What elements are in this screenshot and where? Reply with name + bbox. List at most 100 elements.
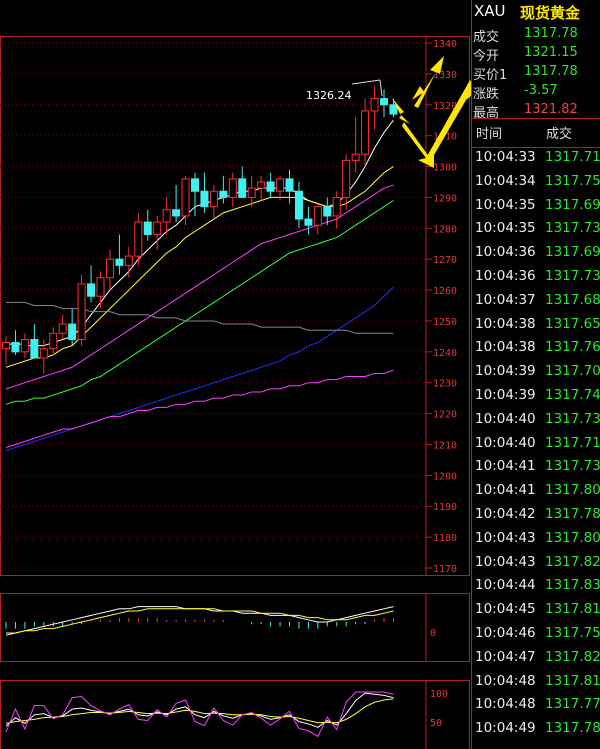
tick-time: 10:04:46 [475, 625, 536, 641]
macd-panel-frame [0, 593, 470, 662]
price-tick-label: 1200 [433, 471, 457, 482]
tick-row[interactable]: 10:04:33 1317.71 [472, 146, 600, 169]
tick-row[interactable]: 10:04:35 1317.69 [472, 194, 600, 217]
kdj-line [5, 691, 394, 738]
tick-time: 10:04:44 [475, 577, 536, 594]
tick-row[interactable]: 10:04:36 1317.73 [472, 265, 600, 288]
tick-price: 1317.82 [545, 648, 600, 665]
tick-price: 1317.71 [545, 149, 600, 165]
candle [20, 338, 29, 353]
candle [181, 178, 190, 217]
tick-time: 10:04:38 [475, 315, 536, 332]
tick-row[interactable]: 10:04:38 1317.76 [472, 336, 600, 359]
kline-chart[interactable]: 1340133013201310130012901280127012601250… [0, 0, 471, 749]
tick-price: 1317.73 [545, 220, 600, 237]
tick-price: 1317.83 [545, 577, 600, 594]
price-tick-label: 1230 [433, 379, 457, 390]
tick-time: 10:04:47 [475, 648, 536, 665]
candle [134, 221, 143, 257]
candle [191, 178, 199, 192]
price-tick-label: 1340 [433, 39, 457, 50]
ma-line [5, 369, 394, 449]
candle [370, 98, 379, 112]
price-tick-label: 1250 [433, 317, 457, 328]
macd-zero-label: 0 [430, 628, 436, 639]
tick-time: 10:04:40 [475, 434, 536, 451]
tick-row[interactable]: 10:04:39 1317.74 [472, 384, 600, 407]
price-column-header: 成交 [546, 127, 573, 142]
tick-row[interactable]: 10:04:43 1317.80 [472, 527, 600, 550]
tick-time: 10:04:41 [475, 458, 536, 475]
quote-field: 今开 1321.15 [472, 44, 600, 64]
candle [238, 178, 247, 198]
tick-row[interactable]: 10:04:41 1317.73 [472, 455, 600, 478]
tick-time: 10:04:49 [475, 720, 536, 737]
candle [276, 178, 285, 192]
price-tick-label: 1190 [433, 502, 457, 513]
tick-row[interactable]: 10:04:48 1317.81 [472, 670, 600, 693]
tick-row[interactable]: 10:04:43 1317.82 [472, 551, 600, 574]
tick-price: 1317.77 [545, 696, 600, 713]
tick-time: 10:04:48 [475, 672, 536, 689]
tick-row[interactable]: 10:04:42 1317.78 [472, 503, 600, 526]
price-tick-label: 1300 [433, 163, 457, 174]
quote-header: XAU 现货黄金 [472, 0, 600, 25]
tick-price: 1317.78 [545, 506, 600, 522]
candle [143, 221, 152, 235]
symbol-code: XAU [474, 2, 506, 20]
tick-row[interactable]: 10:04:37 1317.68 [472, 289, 600, 312]
tick-price: 1317.69 [545, 244, 600, 261]
tick-price: 1317.71 [545, 434, 600, 451]
tick-price: 1317.81 [545, 672, 600, 689]
tick-row[interactable]: 10:04:36 1317.69 [472, 241, 600, 264]
tick-row[interactable]: 10:04:38 1317.65 [472, 313, 600, 336]
ma-line [5, 200, 394, 405]
candle [49, 332, 58, 350]
tick-row[interactable]: 10:04:47 1317.82 [472, 646, 600, 669]
tick-row[interactable]: 10:04:49 1317.78 [472, 717, 600, 740]
yellow-arrow-annotations [392, 56, 471, 168]
price-tick-label: 1220 [433, 410, 457, 421]
tick-row[interactable]: 10:04:41 1317.80 [472, 479, 600, 502]
tick-row[interactable]: 10:04:45 1317.81 [472, 598, 600, 621]
tick-time: 10:04:35 [475, 196, 536, 213]
candle [124, 255, 133, 266]
tick-price: 1317.73 [545, 458, 600, 475]
tick-table-header: 时间 成交 [472, 118, 600, 148]
tick-row[interactable]: 10:04:39 1317.70 [472, 360, 600, 383]
moving-average-lines [5, 119, 394, 452]
tick-time: 10:04:42 [475, 506, 536, 522]
quote-field-label: 成交 [473, 30, 500, 45]
tick-price: 1317.80 [545, 482, 600, 499]
kdj-line [5, 698, 394, 724]
candle [68, 323, 77, 340]
tick-row[interactable]: 10:04:34 1317.75 [472, 170, 600, 193]
tick-time: 10:04:37 [475, 291, 536, 308]
tick-price: 1317.73 [545, 410, 600, 427]
price-tick-label: 1170 [433, 564, 457, 575]
price-tick-label: 1260 [433, 286, 457, 297]
quote-field-value: 1321.15 [524, 45, 578, 60]
tick-row[interactable]: 10:04:35 1317.73 [472, 217, 600, 240]
tick-row[interactable]: 10:04:44 1317.83 [472, 574, 600, 597]
instrument-name: 现货黄金 [520, 4, 581, 22]
candle [361, 110, 370, 155]
tick-row[interactable]: 10:04:40 1317.71 [472, 432, 600, 455]
tick-price: 1317.69 [545, 196, 600, 213]
price-tick-label: 1280 [433, 224, 457, 235]
candle [247, 187, 256, 198]
candle [332, 196, 341, 217]
tick-row[interactable]: 10:04:48 1317.77 [472, 693, 600, 716]
tick-time: 10:04:36 [475, 244, 536, 261]
tick-row[interactable]: 10:04:40 1317.73 [472, 408, 600, 431]
tick-time: 10:04:34 [475, 172, 536, 189]
macd-line [5, 606, 394, 636]
candle [200, 190, 209, 208]
candle [115, 258, 124, 266]
candle [77, 283, 86, 340]
tick-row[interactable]: 10:04:46 1317.75 [472, 622, 600, 645]
candle [351, 153, 360, 161]
tick-time: 10:04:33 [475, 149, 536, 165]
tick-price: 1317.70 [545, 363, 600, 380]
candle [153, 221, 162, 235]
